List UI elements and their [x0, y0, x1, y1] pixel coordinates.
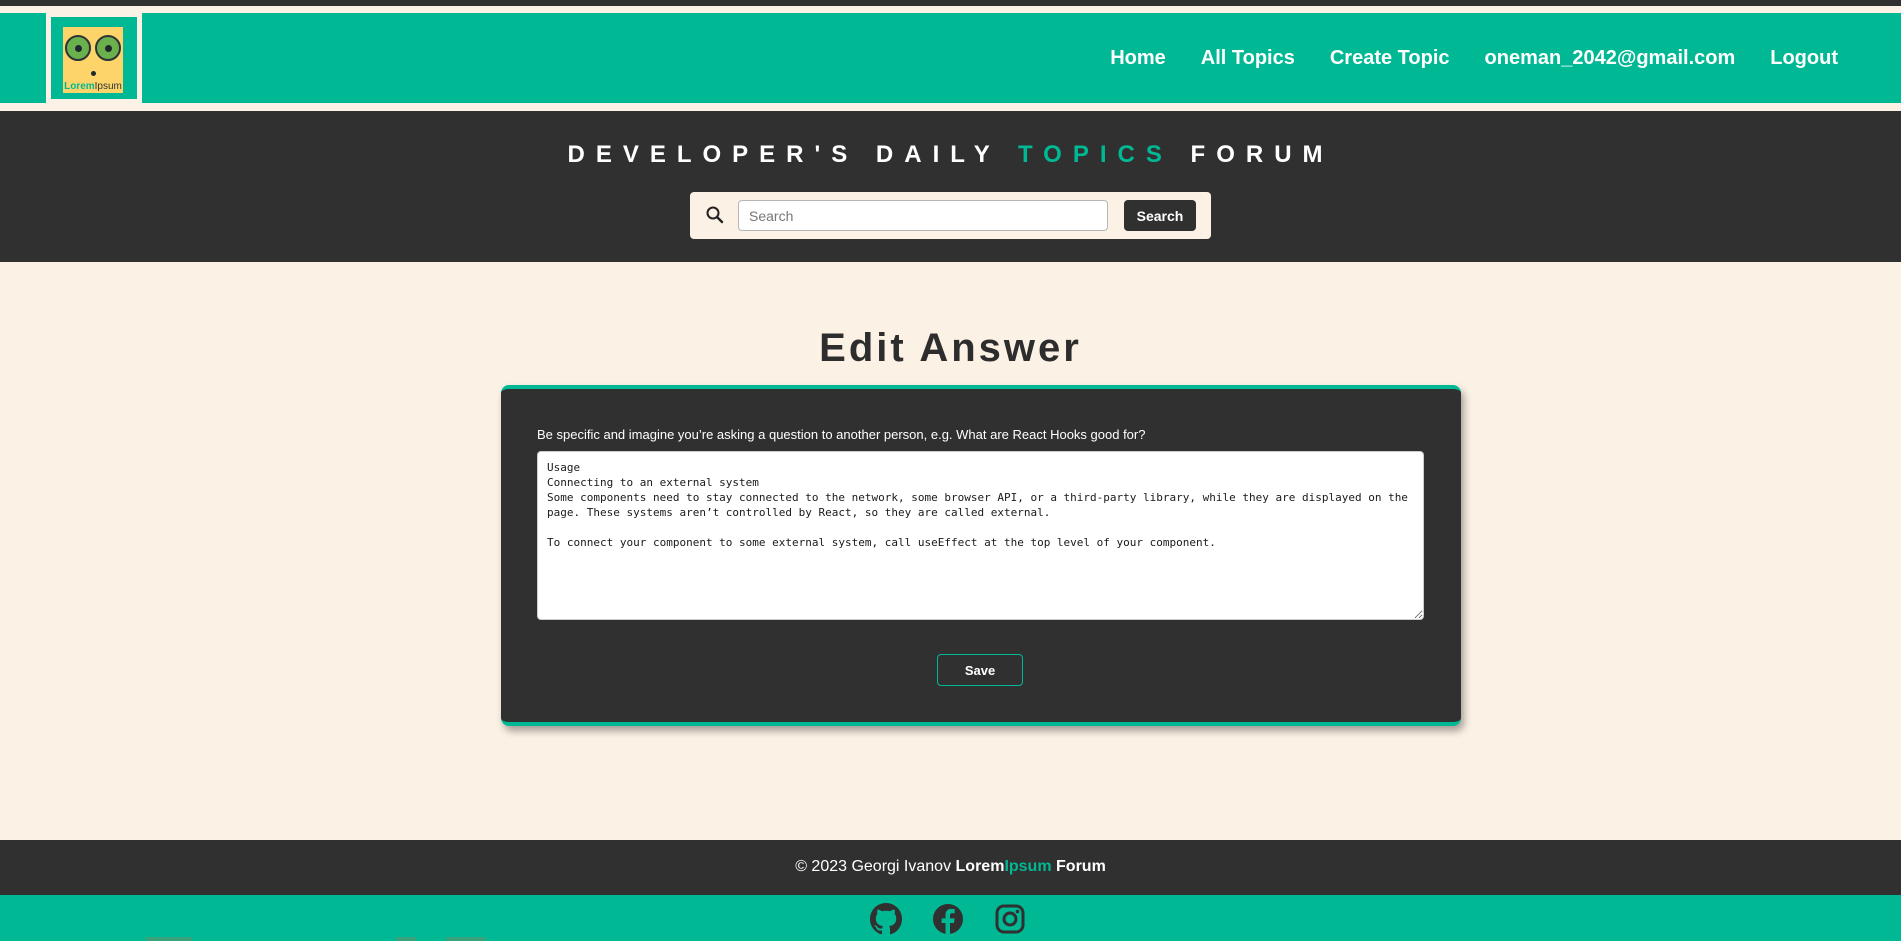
top-strip-gap [0, 6, 1901, 13]
bottom-mark [446, 937, 486, 941]
instagram-icon[interactable] [994, 903, 1026, 935]
nav-gap [0, 103, 1901, 111]
nav-create-topic-link[interactable]: Create Topic [1330, 47, 1450, 70]
footer-brand-ipsum: Ipsum [1004, 858, 1052, 875]
bottom-mark [146, 937, 192, 941]
search-button[interactable]: Search [1124, 200, 1196, 231]
site-title-accent: TOPICS [1017, 141, 1173, 168]
footer: © 2023 Georgi Ivanov LoremIpsum Forum [0, 840, 1901, 895]
site-title-part2: FORUM [1190, 141, 1334, 168]
logo-text-lorem: Lorem [64, 81, 95, 92]
logo-face-icon: LoremIpsum [63, 27, 123, 93]
github-icon[interactable] [870, 903, 902, 935]
search-input[interactable] [738, 200, 1108, 231]
nav-user-email-link[interactable]: oneman_2042@gmail.com [1485, 47, 1736, 70]
footer-brand-lorem: Lorem [955, 858, 1005, 875]
footer-brand-forum: Forum [1056, 858, 1106, 875]
save-button[interactable]: Save [937, 654, 1023, 686]
navbar: LoremIpsum Home All Topics Create Topic … [0, 13, 1901, 103]
facebook-icon[interactable] [932, 903, 964, 935]
site-title-part1: DEVELOPER'S DAILY [567, 141, 1001, 168]
hero-banner: DEVELOPER'S DAILY TOPICS FORUM Search [0, 111, 1901, 262]
nav-home-link[interactable]: Home [1110, 47, 1166, 70]
logo-background: LoremIpsum [51, 17, 137, 99]
answer-field-label: Be specific and imagine you’re asking a … [537, 427, 1146, 442]
nav-links: Home All Topics Create Topic oneman_2042… [1110, 13, 1838, 103]
logo-nose [91, 71, 96, 76]
site-title: DEVELOPER'S DAILY TOPICS FORUM [0, 141, 1901, 169]
edit-answer-form: Be specific and imagine you’re asking a … [501, 385, 1461, 726]
answer-textarea[interactable]: Usage Connecting to an external system S… [537, 451, 1424, 620]
footer-brand: LoremIpsum Forum [956, 858, 1106, 875]
page-title: Edit Answer [819, 326, 1082, 370]
footer-copyright: © 2023 Georgi Ivanov LoremIpsum Forum [0, 858, 1901, 876]
search-bar: Search [690, 192, 1211, 239]
logo-left-eye [65, 35, 91, 61]
logo-text-ipsum: Ipsum [94, 81, 122, 92]
nav-logout-link[interactable]: Logout [1770, 47, 1838, 70]
logo-right-eye [95, 35, 121, 61]
logo[interactable]: LoremIpsum [46, 13, 142, 103]
footer-copyright-text: © 2023 Georgi Ivanov [795, 858, 952, 875]
search-icon [706, 206, 724, 224]
bottom-mark [396, 937, 416, 941]
nav-all-topics-link[interactable]: All Topics [1201, 47, 1295, 70]
social-icons [870, 903, 1026, 935]
social-bar [0, 895, 1901, 941]
logo-text: LoremIpsum [63, 81, 123, 92]
